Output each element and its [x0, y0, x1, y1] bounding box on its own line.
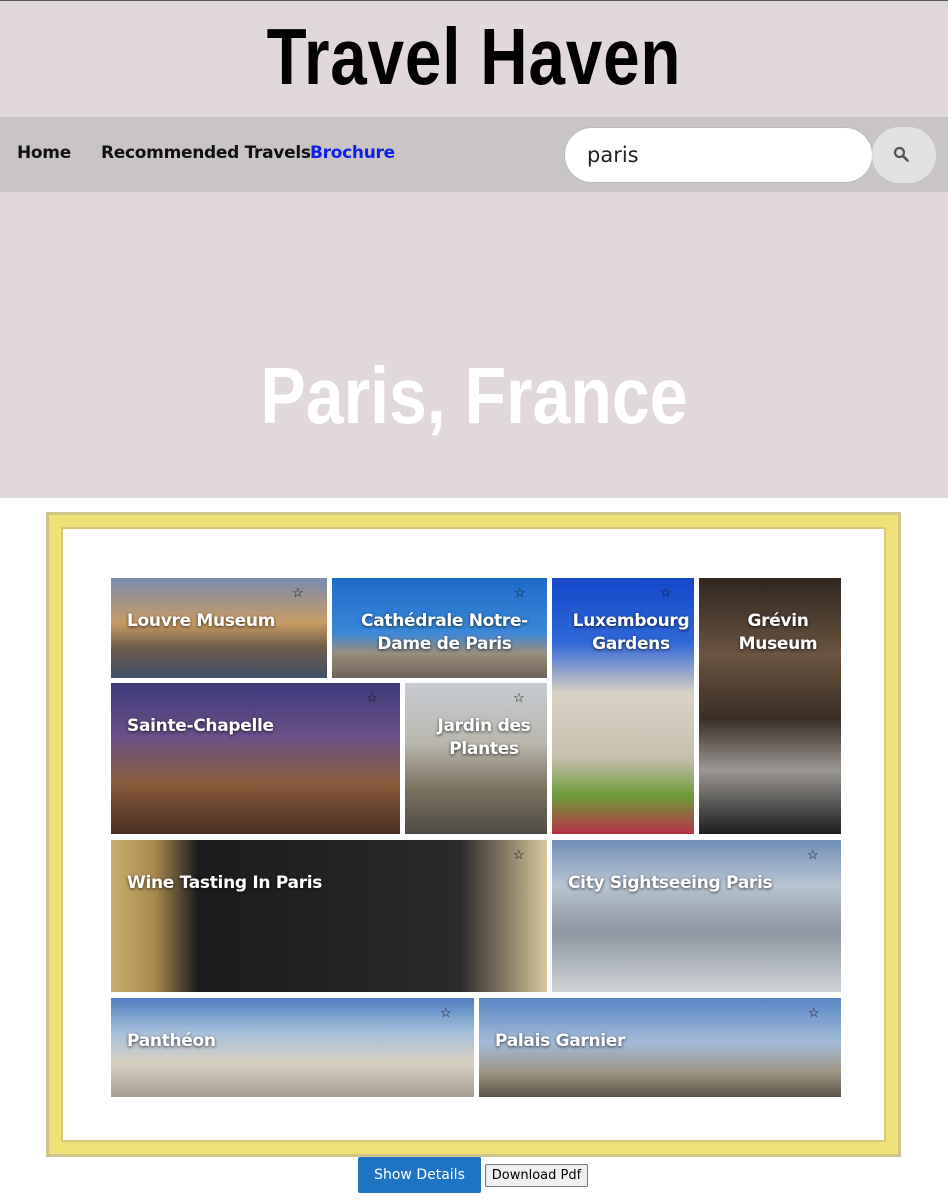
brochure-panel: Louvre Museum ☆ Cathédrale Notre-Dame de… [61, 527, 886, 1142]
tile-city-sightseeing[interactable]: City Sightseeing Paris ☆ [552, 840, 841, 992]
tile-label: City Sightseeing Paris [568, 873, 773, 893]
tile-wine-tasting[interactable]: Wine Tasting In Paris ☆ [111, 840, 547, 992]
star-icon[interactable]: ☆ [513, 691, 525, 705]
tile-image [552, 840, 841, 992]
brochure-frame: Louvre Museum ☆ Cathédrale Notre-Dame de… [46, 512, 901, 1157]
nav-home-link[interactable]: Home [17, 143, 71, 163]
tile-grevin-museum[interactable]: Grévin Museum [699, 578, 841, 834]
hero-title: Paris, France [260, 351, 688, 440]
tile-image [111, 840, 547, 992]
tile-luxembourg-gardens[interactable]: Luxembourg Gardens ☆ [552, 578, 694, 834]
tile-label: Palais Garnier [495, 1031, 626, 1051]
nav-recommended-link[interactable]: Recommended Travels [101, 143, 311, 163]
star-icon[interactable]: ☆ [807, 848, 819, 862]
star-icon[interactable]: ☆ [440, 1006, 452, 1020]
tile-notre-dame[interactable]: Cathédrale Notre-Dame de Paris ☆ [332, 578, 547, 678]
tile-label: Louvre Museum [127, 611, 276, 631]
tile-label: Panthéon [127, 1031, 216, 1051]
tile-label: Luxembourg Gardens [572, 611, 690, 654]
search-icon [893, 146, 909, 162]
tile-sainte-chapelle[interactable]: Sainte-Chapelle ☆ [111, 683, 400, 834]
star-icon[interactable]: ☆ [660, 586, 672, 600]
tile-label: Grévin Museum [738, 611, 818, 654]
star-icon[interactable]: ☆ [514, 586, 526, 600]
tile-label: Jardin des Plantes [437, 716, 531, 759]
star-icon[interactable]: ☆ [292, 586, 304, 600]
tile-pantheon[interactable]: Panthéon ☆ [111, 998, 474, 1097]
star-icon[interactable]: ☆ [366, 691, 378, 705]
nav-brochure-link[interactable]: Brochure [310, 143, 395, 163]
site-header: Travel Haven [0, 0, 948, 117]
hero-banner: Paris, France [0, 192, 948, 498]
search-input[interactable]: paris [564, 127, 873, 183]
site-title: Travel Haven [266, 12, 682, 101]
star-icon[interactable]: ☆ [808, 1006, 820, 1020]
show-details-button[interactable]: Show Details [358, 1157, 481, 1193]
tile-image [111, 683, 400, 834]
tile-label: Sainte-Chapelle [127, 716, 274, 736]
tile-palais-garnier[interactable]: Palais Garnier ☆ [479, 998, 841, 1097]
tile-label: Cathédrale Notre-Dame de Paris [361, 611, 528, 654]
star-icon[interactable]: ☆ [513, 848, 525, 862]
tile-louvre-museum[interactable]: Louvre Museum ☆ [111, 578, 327, 678]
tile-jardin-des-plantes[interactable]: Jardin des Plantes ☆ [405, 683, 547, 834]
download-pdf-button[interactable]: Download Pdf [485, 1164, 588, 1187]
tile-label: Wine Tasting In Paris [127, 873, 323, 893]
nav-bar: Home Recommended Travels Brochure paris [0, 117, 948, 192]
search-button[interactable] [872, 127, 936, 183]
